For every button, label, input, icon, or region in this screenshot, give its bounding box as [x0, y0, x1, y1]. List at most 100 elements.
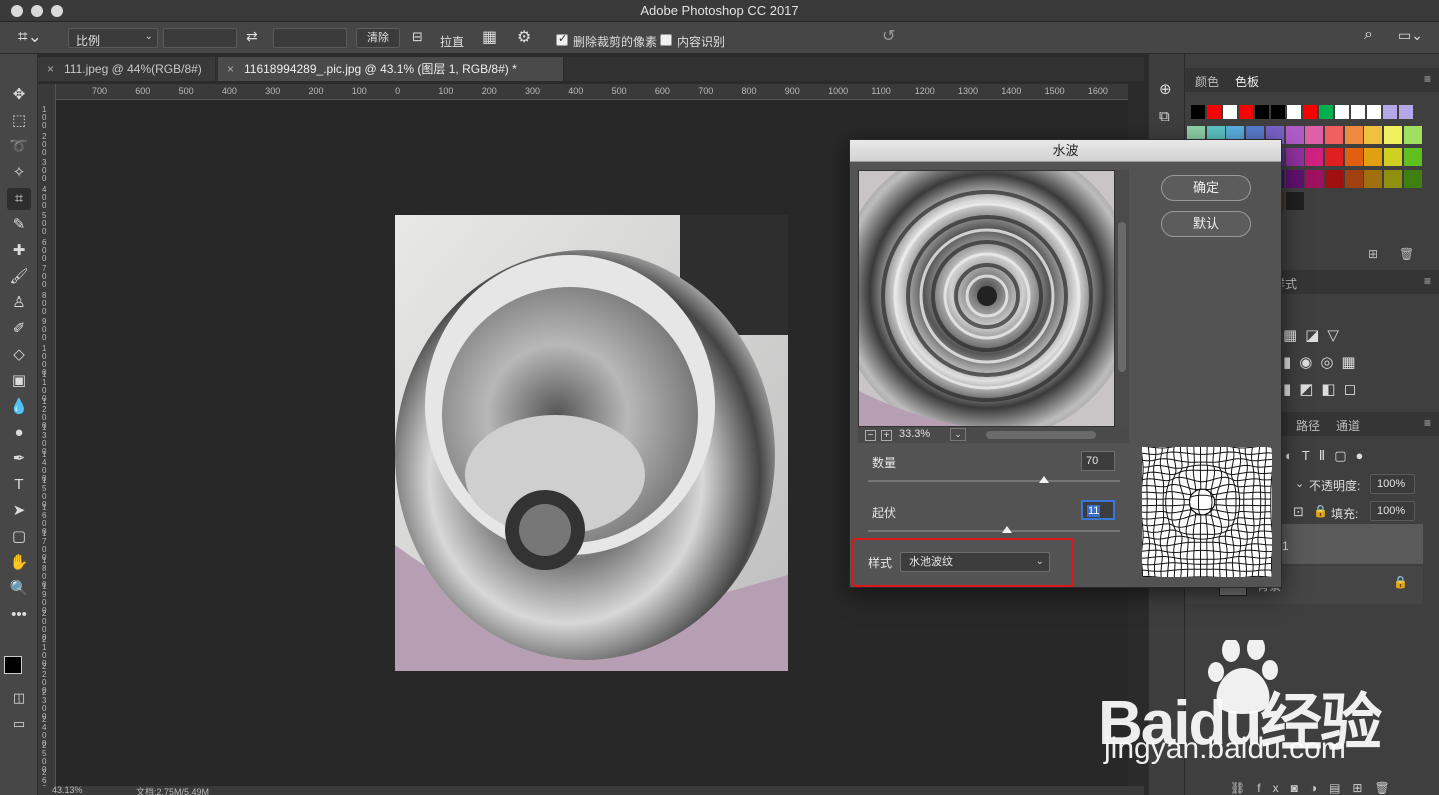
history-panel-icon[interactable]: ⊕: [1159, 80, 1172, 98]
quick-mask-icon[interactable]: ◫: [7, 687, 31, 709]
swatch[interactable]: [1285, 192, 1304, 210]
crop-tool-icon[interactable]: ⌗: [7, 188, 31, 210]
marquee-tool-icon[interactable]: ⬚: [7, 110, 31, 132]
style-select[interactable]: 水池波纹 ⌄: [900, 552, 1050, 572]
height-input[interactable]: [273, 28, 347, 48]
stamp-tool-icon[interactable]: ♙: [7, 292, 31, 314]
preview-horizontal-scrollbar[interactable]: [986, 431, 1096, 439]
chevron-down-icon[interactable]: ⌄: [1295, 477, 1304, 490]
properties-panel-icon[interactable]: ⧉: [1159, 108, 1170, 125]
ratio-select[interactable]: 比例 ⌄: [68, 28, 158, 48]
swatch[interactable]: [1364, 148, 1383, 166]
content-aware-checkbox[interactable]: [660, 34, 672, 46]
layer-filter-icons[interactable]: ◐TⅡ▢●: [1285, 448, 1372, 464]
undo-icon[interactable]: ↺: [882, 26, 895, 46]
tab-document-1[interactable]: × 111.jpeg @ 44%(RGB/8#): [38, 57, 216, 81]
dodge-tool-icon[interactable]: ●: [7, 422, 31, 444]
scrollbar-thumb[interactable]: [1118, 222, 1126, 372]
swatch[interactable]: [1207, 105, 1221, 119]
swatch[interactable]: [1403, 126, 1422, 144]
screen-mode-icon[interactable]: ▭: [7, 713, 31, 735]
panel-menu-icon[interactable]: ≡: [1424, 72, 1431, 86]
swatch[interactable]: [1305, 148, 1324, 166]
adjustment-icons-row-1[interactable]: ▦◪▽: [1283, 326, 1347, 344]
adjustment-icons-row-2[interactable]: ▮◉◎▦: [1283, 353, 1364, 371]
zoom-in-icon[interactable]: +: [881, 430, 892, 441]
swatch[interactable]: [1383, 105, 1397, 119]
path-selection-tool-icon[interactable]: ➤: [7, 500, 31, 522]
swatch[interactable]: [1335, 105, 1349, 119]
swatch[interactable]: [1384, 148, 1402, 166]
chevron-down-icon[interactable]: ⌄: [950, 428, 966, 441]
swatch[interactable]: [1364, 170, 1383, 188]
swatch[interactable]: [1403, 148, 1422, 166]
ridges-slider-knob[interactable]: [1001, 526, 1012, 533]
swatch[interactable]: [1344, 148, 1363, 166]
straighten-label[interactable]: 拉直: [440, 33, 464, 50]
zoom-tool-icon[interactable]: 🔍: [7, 578, 31, 600]
swatch[interactable]: [1285, 148, 1304, 166]
ridges-slider[interactable]: [868, 526, 1120, 533]
swatch[interactable]: [1305, 170, 1324, 188]
swatch[interactable]: [1305, 126, 1324, 144]
ridges-input[interactable]: 11: [1081, 500, 1115, 520]
swatch[interactable]: [1271, 105, 1285, 119]
swatch[interactable]: [1285, 126, 1304, 144]
ok-button[interactable]: 确定: [1161, 175, 1251, 201]
gear-icon[interactable]: ⚙: [517, 27, 531, 47]
swatch[interactable]: [1285, 170, 1304, 188]
swatch[interactable]: [1324, 126, 1343, 144]
swatch[interactable]: [1364, 126, 1383, 144]
type-tool-icon[interactable]: T: [7, 474, 31, 496]
healing-brush-tool-icon[interactable]: ✚: [7, 240, 31, 262]
filter-preview[interactable]: [858, 170, 1115, 427]
tab-swatches[interactable]: 色板: [1235, 73, 1259, 90]
tab-channels[interactable]: 通道: [1336, 417, 1360, 434]
history-brush-tool-icon[interactable]: ✐: [7, 318, 31, 340]
swatch[interactable]: [1239, 105, 1253, 119]
delete-cropped-checkbox[interactable]: [556, 32, 568, 46]
shape-tool-icon[interactable]: ▢: [7, 526, 31, 548]
swatch[interactable]: [1303, 105, 1317, 119]
eraser-tool-icon[interactable]: ◇: [7, 344, 31, 366]
lock-all-icon[interactable]: 🔒: [1313, 504, 1328, 518]
swatch[interactable]: [1384, 170, 1402, 188]
grid-overlay-icon[interactable]: ▦: [482, 27, 497, 47]
swatch[interactable]: [1255, 105, 1269, 119]
default-button[interactable]: 默认: [1161, 211, 1251, 237]
magic-wand-tool-icon[interactable]: ✧: [7, 162, 31, 184]
adjustment-icons-row-3[interactable]: ▮◩◧◻: [1283, 380, 1364, 398]
new-swatch-icon[interactable]: ⊞: [1368, 247, 1378, 261]
swatch[interactable]: [1344, 126, 1363, 144]
amount-input[interactable]: 70: [1081, 451, 1115, 471]
fill-input[interactable]: 100%: [1370, 501, 1415, 521]
brush-tool-icon[interactable]: 🖌: [7, 266, 31, 288]
swatch[interactable]: [1384, 126, 1402, 144]
pen-tool-icon[interactable]: ✒: [7, 448, 31, 470]
foreground-color-swatch[interactable]: [4, 656, 22, 674]
swatch[interactable]: [1367, 105, 1381, 119]
preview-zoom-value[interactable]: 33.3%: [899, 428, 930, 440]
zoom-level[interactable]: 43.13%: [52, 785, 83, 795]
crop-tool-preset-icon[interactable]: ⌗⌄: [18, 27, 42, 47]
move-tool-icon[interactable]: ✥: [7, 84, 31, 106]
panel-menu-icon[interactable]: ≡: [1424, 274, 1431, 288]
width-input[interactable]: [163, 28, 237, 48]
layer-actions-bar[interactable]: ⛓fx◙◑▤⊞🗑: [1230, 781, 1402, 795]
blur-tool-icon[interactable]: 💧: [7, 396, 31, 418]
preview-vertical-scrollbar[interactable]: [1115, 170, 1129, 427]
close-tab-icon[interactable]: ×: [227, 57, 234, 81]
panel-menu-icon[interactable]: ≡: [1424, 416, 1431, 430]
amount-slider-knob[interactable]: [1039, 476, 1050, 483]
swap-icon[interactable]: ⇄: [246, 28, 258, 45]
swatch[interactable]: [1223, 105, 1237, 119]
workspace-icon[interactable]: ▭⌄: [1398, 27, 1423, 44]
tab-color[interactable]: 颜色: [1195, 73, 1219, 90]
swatch[interactable]: [1287, 105, 1301, 119]
opacity-input[interactable]: 100%: [1370, 474, 1415, 494]
swatch[interactable]: [1191, 105, 1205, 119]
close-tab-icon[interactable]: ×: [47, 57, 54, 81]
eyedropper-tool-icon[interactable]: ✎: [7, 214, 31, 236]
swatch[interactable]: [1399, 105, 1413, 119]
swatch[interactable]: [1344, 170, 1363, 188]
